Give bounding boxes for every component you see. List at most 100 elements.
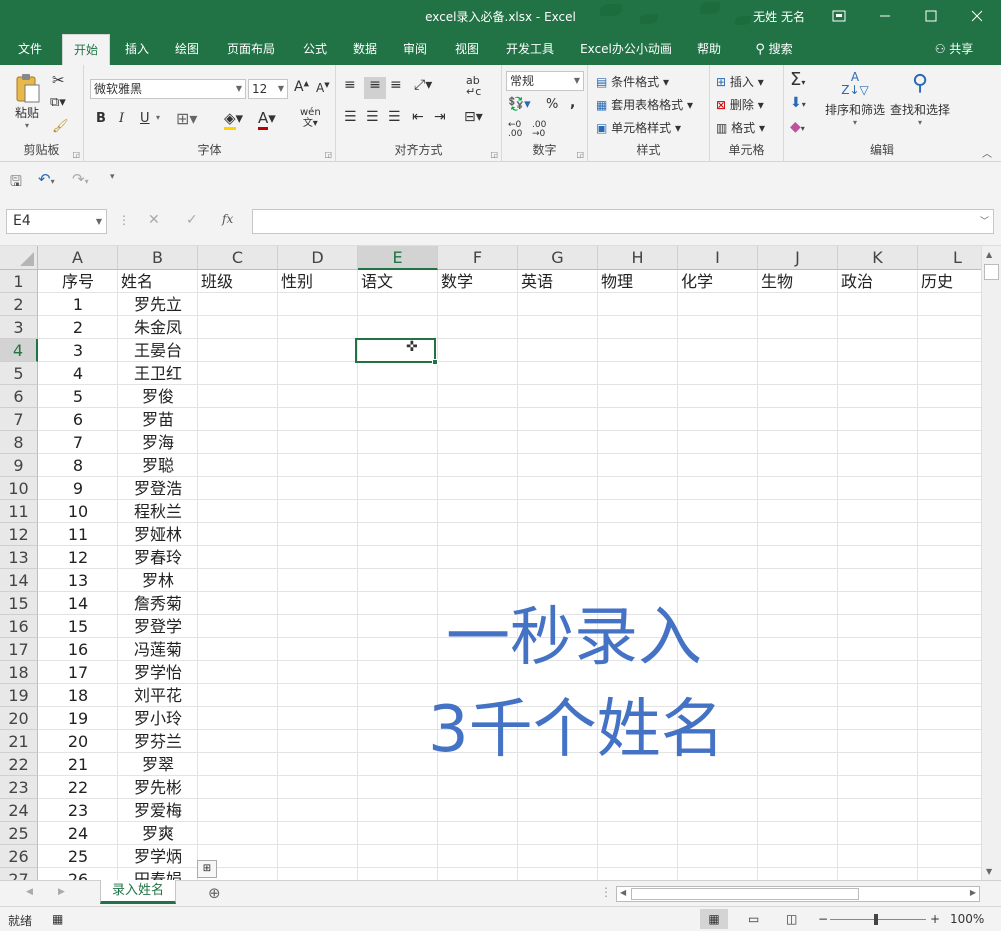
search-button[interactable]: ⚲ 搜索 xyxy=(744,34,804,65)
zoom-slider-thumb[interactable] xyxy=(874,914,878,925)
cell-index[interactable]: 11 xyxy=(38,523,118,546)
cell-index[interactable]: 1 xyxy=(38,293,118,316)
tab-insert[interactable]: 插入 xyxy=(116,34,158,65)
cell-index[interactable]: 20 xyxy=(38,730,118,753)
name-box[interactable]: E4 ▼ xyxy=(6,209,107,234)
scroll-left-icon[interactable]: ◀ xyxy=(620,888,626,897)
row-header[interactable]: 9 xyxy=(0,454,38,477)
row-header[interactable]: 18 xyxy=(0,661,38,684)
insert-function-button[interactable]: fx xyxy=(222,212,233,226)
font-name-select[interactable]: 微软雅黑 ▼ xyxy=(90,79,246,99)
cell-name[interactable]: 罗爱梅 xyxy=(118,799,198,822)
confirm-entry-icon[interactable]: ✓ xyxy=(186,212,198,228)
normal-view-icon[interactable]: ▦ xyxy=(700,909,728,929)
cell-name[interactable]: 詹秀菊 xyxy=(118,592,198,615)
tab-file[interactable]: 文件 xyxy=(8,34,52,65)
cell-name[interactable]: 罗爽 xyxy=(118,822,198,845)
wrap-text-icon[interactable]: ab ↵c xyxy=(466,75,481,97)
cell-name[interactable]: 罗俊 xyxy=(118,385,198,408)
spreadsheet-grid[interactable]: A B C D E F G H I J K L 1 2 3 4 5 6 7 8 9 10 11 12 13 14 15 16 17 18 1… xyxy=(0,246,981,880)
scroll-right-icon[interactable]: ▶ xyxy=(970,888,976,897)
clear-icon[interactable]: ◆▾ xyxy=(790,119,805,135)
cell-name[interactable]: 刘平花 xyxy=(118,684,198,707)
cell-index[interactable]: 15 xyxy=(38,615,118,638)
align-left-icon[interactable]: ☰ xyxy=(344,109,357,125)
cell-name[interactable]: 罗学怡 xyxy=(118,661,198,684)
column-header[interactable]: A xyxy=(38,246,118,270)
sort-filter-button[interactable]: A Z↓▽ 排序和筛选 ▾ xyxy=(824,71,886,128)
maximize-icon[interactable] xyxy=(908,0,954,32)
row-header[interactable]: 5 xyxy=(0,362,38,385)
cell-index[interactable]: 3 xyxy=(38,339,118,362)
cell-name[interactable]: 冯莲菊 xyxy=(118,638,198,661)
phonetic-icon[interactable]: wén 文▾ xyxy=(300,107,321,129)
cell-index[interactable]: 9 xyxy=(38,477,118,500)
cell-name[interactable]: 王卫红 xyxy=(118,362,198,385)
row-header[interactable]: 20 xyxy=(0,707,38,730)
row-header[interactable]: 13 xyxy=(0,546,38,569)
header-cell[interactable]: 班级 xyxy=(198,270,278,293)
column-header[interactable]: D xyxy=(278,246,358,270)
merge-center-icon[interactable]: ⊟▾ xyxy=(464,109,483,125)
header-cell[interactable]: 物理 xyxy=(598,270,678,293)
sheet-tab-active[interactable]: 录入姓名 xyxy=(100,880,176,904)
row-header[interactable]: 17 xyxy=(0,638,38,661)
horizontal-scrollbar[interactable]: ◀ ▶ xyxy=(616,886,980,902)
cell-index[interactable]: 8 xyxy=(38,454,118,477)
row-header[interactable]: 11 xyxy=(0,500,38,523)
row-header[interactable]: 22 xyxy=(0,753,38,776)
vertical-scroll-thumb[interactable] xyxy=(984,264,999,280)
row-header[interactable]: 24 xyxy=(0,799,38,822)
close-icon[interactable] xyxy=(954,0,1000,32)
zoom-out-icon[interactable]: − xyxy=(818,912,828,926)
column-header[interactable]: I xyxy=(678,246,758,270)
autosum-icon[interactable]: Σ▾ xyxy=(790,69,805,90)
align-bottom-icon[interactable]: ≡ xyxy=(390,77,402,93)
dialog-launcher-icon[interactable]: ◲ xyxy=(72,150,80,159)
cell-name[interactable]: 罗海 xyxy=(118,431,198,454)
cancel-entry-icon[interactable]: ✕ xyxy=(148,212,160,228)
dialog-launcher-icon[interactable]: ◲ xyxy=(324,150,332,159)
find-select-button[interactable]: ⚲ 查找和选择 ▾ xyxy=(888,71,952,127)
cell-index[interactable]: 18 xyxy=(38,684,118,707)
customize-qat-icon[interactable]: ▾ xyxy=(110,172,115,182)
cell-index[interactable]: 25 xyxy=(38,845,118,868)
cell-index[interactable]: 12 xyxy=(38,546,118,569)
cell-index[interactable]: 13 xyxy=(38,569,118,592)
undo-icon[interactable]: ↶▾ xyxy=(38,170,55,188)
row-header[interactable]: 7 xyxy=(0,408,38,431)
cell-index[interactable]: 22 xyxy=(38,776,118,799)
expand-formula-icon[interactable]: ﹀ xyxy=(980,214,989,227)
column-header[interactable]: B xyxy=(118,246,198,270)
cell-index[interactable]: 2 xyxy=(38,316,118,339)
decrease-font-icon[interactable]: A▼ xyxy=(316,81,330,95)
cell-index[interactable]: 10 xyxy=(38,500,118,523)
column-header[interactable]: H xyxy=(598,246,678,270)
tab-draw[interactable]: 绘图 xyxy=(166,34,208,65)
cell-index[interactable]: 7 xyxy=(38,431,118,454)
orientation-icon[interactable]: ⤢▾ xyxy=(414,77,432,93)
align-middle-icon[interactable]: ≡ xyxy=(364,77,386,99)
align-top-icon[interactable]: ≡ xyxy=(344,77,356,93)
tab-page-layout[interactable]: 页面布局 xyxy=(218,34,284,65)
border-icon[interactable]: ⊞▾ xyxy=(176,109,197,128)
cell-name[interactable]: 程秋兰 xyxy=(118,500,198,523)
header-cell[interactable]: 政治 xyxy=(838,270,918,293)
font-color-icon[interactable]: A▾ xyxy=(258,109,276,130)
cell-name[interactable]: 罗苗 xyxy=(118,408,198,431)
cell-index[interactable]: 14 xyxy=(38,592,118,615)
sheet-next-icon[interactable]: ▶ xyxy=(58,887,65,897)
cell-index[interactable]: 17 xyxy=(38,661,118,684)
fill-icon[interactable]: ⬇▾ xyxy=(790,95,806,111)
row-header[interactable]: 1 xyxy=(0,270,38,293)
row-header[interactable]: 8 xyxy=(0,431,38,454)
cell-index[interactable]: 6 xyxy=(38,408,118,431)
row-header[interactable]: 14 xyxy=(0,569,38,592)
column-header[interactable]: J xyxy=(758,246,838,270)
vertical-scrollbar[interactable]: ▲ ▼ xyxy=(981,246,1001,880)
header-cell[interactable]: 化学 xyxy=(678,270,758,293)
cell-name[interactable]: 罗聪 xyxy=(118,454,198,477)
header-cell[interactable]: 语文 xyxy=(358,270,438,293)
column-header[interactable]: L xyxy=(918,246,981,270)
cell-name[interactable]: 罗翠 xyxy=(118,753,198,776)
